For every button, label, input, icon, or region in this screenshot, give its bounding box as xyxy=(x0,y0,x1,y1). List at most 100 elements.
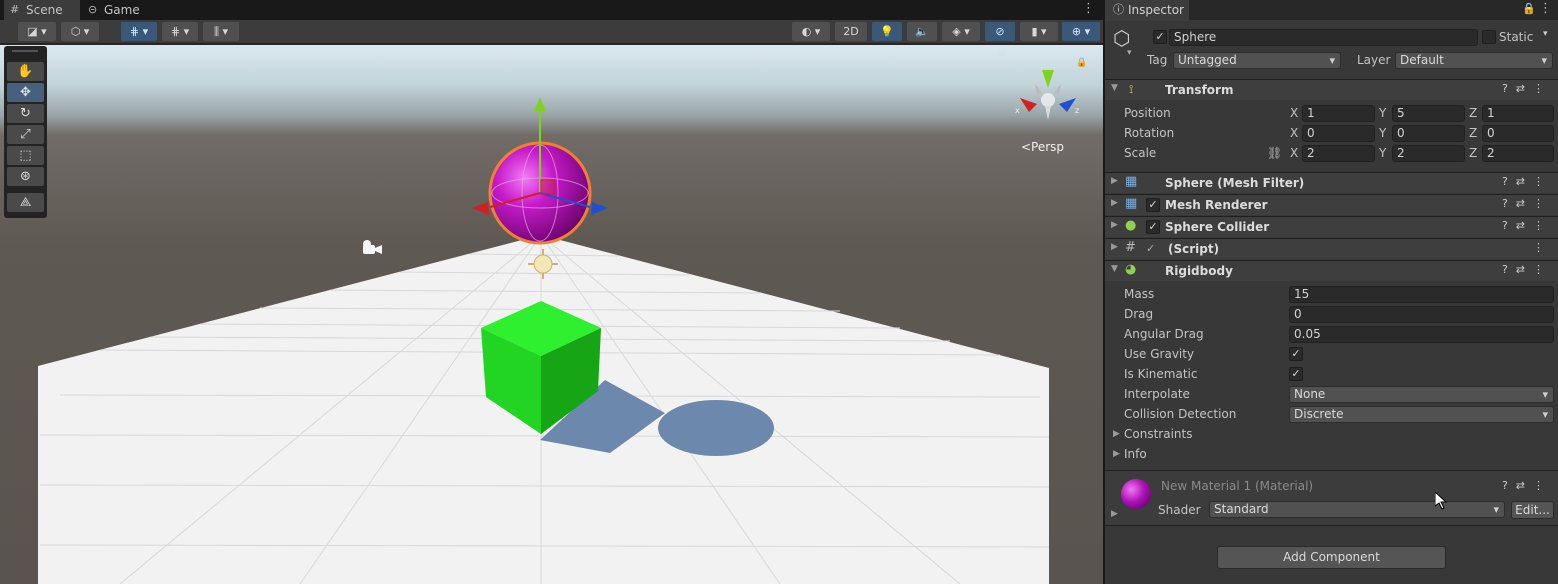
mass-label: Mass xyxy=(1124,287,1155,301)
audio-toggle[interactable]: 🔈 xyxy=(907,22,937,41)
rigidbody-header[interactable]: ▼ ◕ Rigidbody ?⇄⋮ xyxy=(1105,260,1558,281)
position-y-field[interactable]: 5 xyxy=(1392,105,1465,122)
draw-mode-button[interactable]: ◪ ▾ xyxy=(18,22,56,41)
tag-dropdown[interactable]: Untagged xyxy=(1173,52,1341,69)
layer-label: Layer xyxy=(1357,53,1391,67)
angular-drag-field[interactable]: 0.05 xyxy=(1289,326,1554,343)
lock-icon[interactable]: 🔒 xyxy=(1076,58,1087,68)
scale-x-field[interactable]: 2 xyxy=(1302,145,1375,162)
rotation-x-field[interactable]: 0 xyxy=(1302,125,1375,142)
axis-z-label: Z xyxy=(1469,106,1478,120)
visibility-toggle[interactable]: ⊘ xyxy=(985,22,1015,41)
enabled-checkmark[interactable]: ✓ xyxy=(1146,242,1155,255)
svg-text:z: z xyxy=(1075,106,1079,115)
transform-tool[interactable]: ⊛ xyxy=(7,167,44,186)
is-kinematic-checkbox[interactable]: ✓ xyxy=(1289,367,1303,381)
info-foldout[interactable]: Info xyxy=(1124,447,1147,461)
constraints-foldout[interactable]: Constraints xyxy=(1124,427,1192,441)
svg-text:x: x xyxy=(1015,106,1020,115)
hand-tool[interactable]: ✋ xyxy=(7,62,44,81)
custom-tool[interactable]: ⟁ xyxy=(7,193,44,212)
more-menu-icon[interactable]: ⋮ xyxy=(1082,1,1095,16)
layer-dropdown[interactable]: Default xyxy=(1395,52,1553,69)
scale-tool[interactable]: ⤢ xyxy=(7,125,44,144)
tools-overlay: ✋ ✥ ↻ ⤢ ⬚ ⊛ ⟁ xyxy=(4,46,47,218)
fold-closed-icon: ▶ xyxy=(1111,242,1118,252)
position-label: Position xyxy=(1124,106,1171,120)
fold-closed-icon: ▶ xyxy=(1111,198,1118,208)
rotation-y-field[interactable]: 0 xyxy=(1392,125,1465,142)
sphere-collider-header[interactable]: ▶ ● ✓ Sphere Collider ?⇄⋮ xyxy=(1105,216,1558,237)
active-checkbox[interactable]: ✓ xyxy=(1153,30,1167,44)
is-kinematic-label: Is Kinematic xyxy=(1124,367,1198,381)
header-icons[interactable]: ?⇄⋮ xyxy=(1502,82,1552,95)
rigidbody-icon: ◕ xyxy=(1125,262,1137,277)
use-gravity-checkbox[interactable]: ✓ xyxy=(1289,347,1303,361)
tab-game[interactable]: ⊝ Game xyxy=(82,0,152,20)
axis-z-label: Z xyxy=(1469,126,1478,140)
camera-gizmo xyxy=(363,240,382,254)
static-checkbox[interactable] xyxy=(1482,30,1496,44)
chevron-down-icon[interactable]: ▾ xyxy=(1127,48,1132,58)
orientation-gizmo[interactable]: x z xyxy=(1015,60,1085,140)
axis-z-label: Z xyxy=(1469,146,1478,160)
header-icons[interactable]: ?⇄⋮ xyxy=(1502,263,1552,276)
rotate-tool[interactable]: ↻ xyxy=(7,104,44,123)
script-header[interactable]: ▶ # ✓ (Script) ⋮ xyxy=(1105,238,1558,259)
camera-button[interactable]: ▮ ▾ xyxy=(1020,22,1058,41)
material-section: ▶ New Material 1 (Material) ?⇄⋮ Shader S… xyxy=(1105,470,1558,526)
drag-field[interactable]: 0 xyxy=(1289,306,1554,323)
render-mode-button[interactable]: ⬡ ▾ xyxy=(61,22,99,41)
snap-increment-button[interactable]: ⋕ ▾ xyxy=(162,22,198,41)
edit-shader-button[interactable]: Edit... xyxy=(1511,501,1554,519)
transform-icon: ⟟ xyxy=(1129,82,1134,96)
material-name: New Material 1 (Material) xyxy=(1161,479,1314,493)
add-component-button[interactable]: Add Component xyxy=(1217,546,1446,569)
interpolate-dropdown[interactable]: None xyxy=(1289,386,1554,403)
fold-open-icon: ▼ xyxy=(1111,264,1118,274)
lighting-toggle[interactable]: 💡 xyxy=(872,22,902,41)
link-icon[interactable]: ⛓ xyxy=(1267,146,1282,160)
rotation-z-field[interactable]: 0 xyxy=(1482,125,1554,142)
header-icons[interactable]: ?⇄⋮ xyxy=(1502,197,1552,210)
fold-closed-icon: ▶ xyxy=(1111,220,1118,230)
axis-y-label: Y xyxy=(1379,146,1387,160)
scale-y-field[interactable]: 2 xyxy=(1392,145,1465,162)
header-icons[interactable]: ?⇄⋮ xyxy=(1502,219,1552,232)
fold-closed-icon[interactable]: ▶ xyxy=(1111,509,1118,519)
transform-header[interactable]: ▼ ⟟ Transform ?⇄⋮ xyxy=(1105,79,1558,100)
position-x-field[interactable]: 1 xyxy=(1302,105,1375,122)
header-icons[interactable]: ?⇄⋮ xyxy=(1502,479,1552,492)
mass-field[interactable]: 15 xyxy=(1289,286,1554,303)
fold-closed-icon[interactable]: ▶ xyxy=(1113,449,1120,459)
collision-detection-dropdown[interactable]: Discrete xyxy=(1289,406,1554,423)
object-name-field[interactable]: Sphere xyxy=(1169,29,1478,46)
mode-2d-button[interactable]: 2D xyxy=(835,22,867,41)
effects-button[interactable]: ◈ ▾ xyxy=(942,22,980,41)
shader-dropdown[interactable]: Standard xyxy=(1209,501,1505,518)
chevron-down-icon[interactable]: ▾ xyxy=(1543,29,1548,39)
position-z-field[interactable]: 1 xyxy=(1482,105,1554,122)
more-menu-icon[interactable]: ⋮ xyxy=(1539,1,1552,16)
mesh-renderer-header[interactable]: ▶ ▦ ✓ Mesh Renderer ?⇄⋮ xyxy=(1105,194,1558,215)
tab-inspector[interactable]: ⓘ Inspector xyxy=(1105,0,1189,21)
drag-handle[interactable] xyxy=(12,50,38,52)
scale-z-field[interactable]: 2 xyxy=(1482,145,1554,162)
fold-closed-icon[interactable]: ▶ xyxy=(1113,429,1120,439)
gizmos-button[interactable]: ⊕ ▾ xyxy=(1062,22,1100,41)
mesh-filter-header[interactable]: ▶ ▦ Sphere (Mesh Filter) ?⇄⋮ xyxy=(1105,172,1558,193)
move-tool[interactable]: ✥ xyxy=(7,83,44,102)
projection-label[interactable]: <Persp xyxy=(1021,140,1064,154)
shading-button[interactable]: ◐ ▾ xyxy=(792,22,830,41)
scene-viewport[interactable]: x z <Persp ═ 🔒 xyxy=(0,45,1103,584)
enabled-checkbox[interactable]: ✓ xyxy=(1146,220,1160,234)
header-icons[interactable]: ?⇄⋮ xyxy=(1502,175,1552,188)
grid-snap-button[interactable]: ⋕ ▾ xyxy=(121,22,157,41)
align-button[interactable]: ⫼ ▾ xyxy=(203,22,239,41)
tab-scene[interactable]: # Scene xyxy=(4,0,80,20)
header-icons[interactable]: ⋮ xyxy=(1533,241,1552,254)
overlay-menu-icon[interactable]: ═ xyxy=(998,47,1005,61)
rect-tool[interactable]: ⬚ xyxy=(7,146,44,165)
enabled-checkbox[interactable]: ✓ xyxy=(1146,198,1160,212)
lock-icon[interactable]: 🔒 xyxy=(1522,2,1536,15)
